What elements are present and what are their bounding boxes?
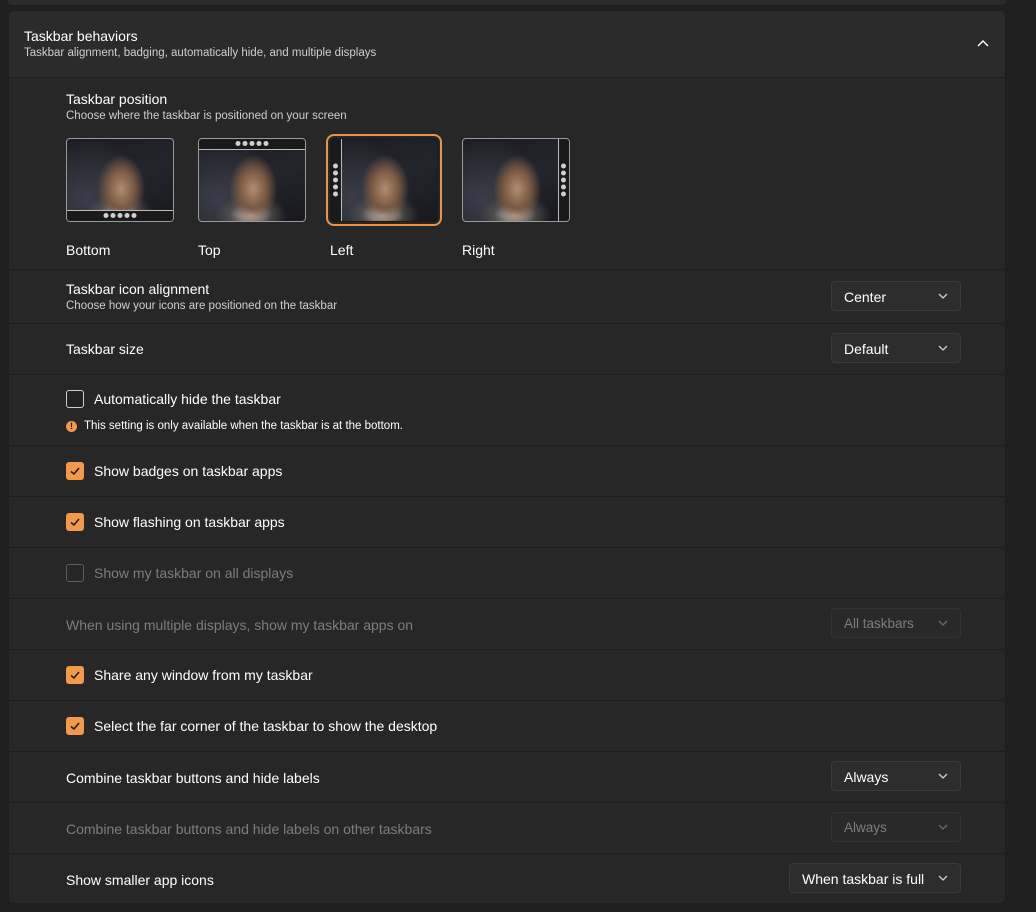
multi-display-label: When using multiple displays, show my ta… <box>66 617 414 633</box>
flashing-label: Show flashing on taskbar apps <box>94 514 285 530</box>
all-displays-checkbox <box>66 564 84 582</box>
checkmark-icon <box>70 722 80 731</box>
section-subtitle: Taskbar alignment, badging, automaticall… <box>24 47 377 59</box>
checkmark-icon <box>70 518 80 527</box>
smaller-icons-dropdown[interactable]: When taskbar is full <box>789 863 961 893</box>
icon-alignment-row: Taskbar icon alignment Choose how your i… <box>9 270 1005 324</box>
position-option-left[interactable]: Left <box>326 134 442 258</box>
taskbar-preview-bar <box>67 210 173 221</box>
all-displays-label: Show my taskbar on all displays <box>94 565 294 581</box>
chevron-down-icon <box>938 824 948 830</box>
preview-left <box>326 134 442 226</box>
badges-row: Show badges on taskbar apps <box>9 446 1005 497</box>
dropdown-value: When taskbar is full <box>802 871 925 887</box>
section-title: Taskbar behaviors <box>24 28 138 44</box>
taskbar-position-title: Taskbar position <box>66 91 168 107</box>
dropdown-value: Default <box>844 341 889 357</box>
icon-alignment-description: Choose how your icons are positioned on … <box>66 300 338 312</box>
position-option-right[interactable]: Right <box>462 138 570 258</box>
position-option-bottom[interactable]: Bottom <box>66 138 174 258</box>
share-window-label: Share any window from my taskbar <box>94 667 313 683</box>
combine-other-label: Combine taskbar buttons and hide labels … <box>66 821 432 837</box>
all-displays-row: Show my taskbar on all displays <box>9 548 1005 599</box>
badges-checkbox[interactable] <box>66 462 84 480</box>
taskbar-preview-bar <box>331 139 342 221</box>
chevron-down-icon <box>938 875 948 881</box>
position-label: Right <box>462 242 495 258</box>
badges-label: Show badges on taskbar apps <box>94 463 283 479</box>
autohide-warning: This setting is only available when the … <box>84 420 403 432</box>
preview-right <box>462 138 570 222</box>
chevron-up-icon[interactable] <box>976 38 990 48</box>
chevron-down-icon <box>938 345 948 351</box>
taskbar-position-description: Choose where the taskbar is positioned o… <box>66 110 347 122</box>
icon-alignment-dropdown[interactable]: Center <box>831 281 961 311</box>
position-label: Top <box>198 242 221 258</box>
combine-other-row: Combine taskbar buttons and hide labels … <box>9 803 1005 854</box>
autohide-checkbox[interactable] <box>66 390 84 408</box>
dropdown-value: Always <box>844 820 887 835</box>
far-corner-row: Select the far corner of the taskbar to … <box>9 701 1005 752</box>
icon-alignment-title: Taskbar icon alignment <box>66 281 210 297</box>
checkmark-icon <box>70 467 80 476</box>
taskbar-behaviors-card: Taskbar behaviors Taskbar alignment, bad… <box>8 10 1006 904</box>
combine-label: Combine taskbar buttons and hide labels <box>66 770 320 786</box>
chevron-down-icon <box>938 293 948 299</box>
chevron-down-icon <box>938 620 948 626</box>
share-window-row: Share any window from my taskbar <box>9 650 1005 701</box>
multi-display-row: When using multiple displays, show my ta… <box>9 599 1005 650</box>
combine-other-dropdown: Always <box>831 812 961 842</box>
preview-bottom <box>66 138 174 222</box>
taskbar-preview-bar <box>199 139 305 150</box>
chevron-down-icon <box>938 773 948 779</box>
position-option-top[interactable]: Top <box>198 138 306 258</box>
flashing-checkbox[interactable] <box>66 513 84 531</box>
flashing-row: Show flashing on taskbar apps <box>9 497 1005 548</box>
multi-display-dropdown: All taskbars <box>831 608 961 638</box>
dropdown-value: Always <box>844 769 889 785</box>
taskbar-size-dropdown[interactable]: Default <box>831 333 961 363</box>
previous-section-card <box>8 0 1006 6</box>
warning-icon: ! <box>66 421 77 432</box>
autohide-row: Automatically hide the taskbar ! This se… <box>9 375 1005 446</box>
preview-top <box>198 138 306 222</box>
position-label: Left <box>330 242 354 258</box>
share-window-checkbox[interactable] <box>66 666 84 684</box>
position-label: Bottom <box>66 242 111 258</box>
far-corner-label: Select the far corner of the taskbar to … <box>94 718 438 734</box>
autohide-label: Automatically hide the taskbar <box>94 391 281 407</box>
dropdown-value: Center <box>844 289 887 305</box>
taskbar-size-row: Taskbar size Default <box>9 324 1005 375</box>
checkmark-icon <box>70 671 80 680</box>
combine-row: Combine taskbar buttons and hide labels … <box>9 752 1005 803</box>
far-corner-checkbox[interactable] <box>66 717 84 735</box>
section-header[interactable]: Taskbar behaviors Taskbar alignment, bad… <box>9 11 1005 78</box>
dropdown-value: All taskbars <box>844 616 914 631</box>
taskbar-preview-bar <box>558 139 569 221</box>
combine-dropdown[interactable]: Always <box>831 761 961 791</box>
smaller-icons-label: Show smaller app icons <box>66 872 214 888</box>
taskbar-size-title: Taskbar size <box>66 341 144 357</box>
smaller-icons-row: Show smaller app icons When taskbar is f… <box>9 854 1005 903</box>
